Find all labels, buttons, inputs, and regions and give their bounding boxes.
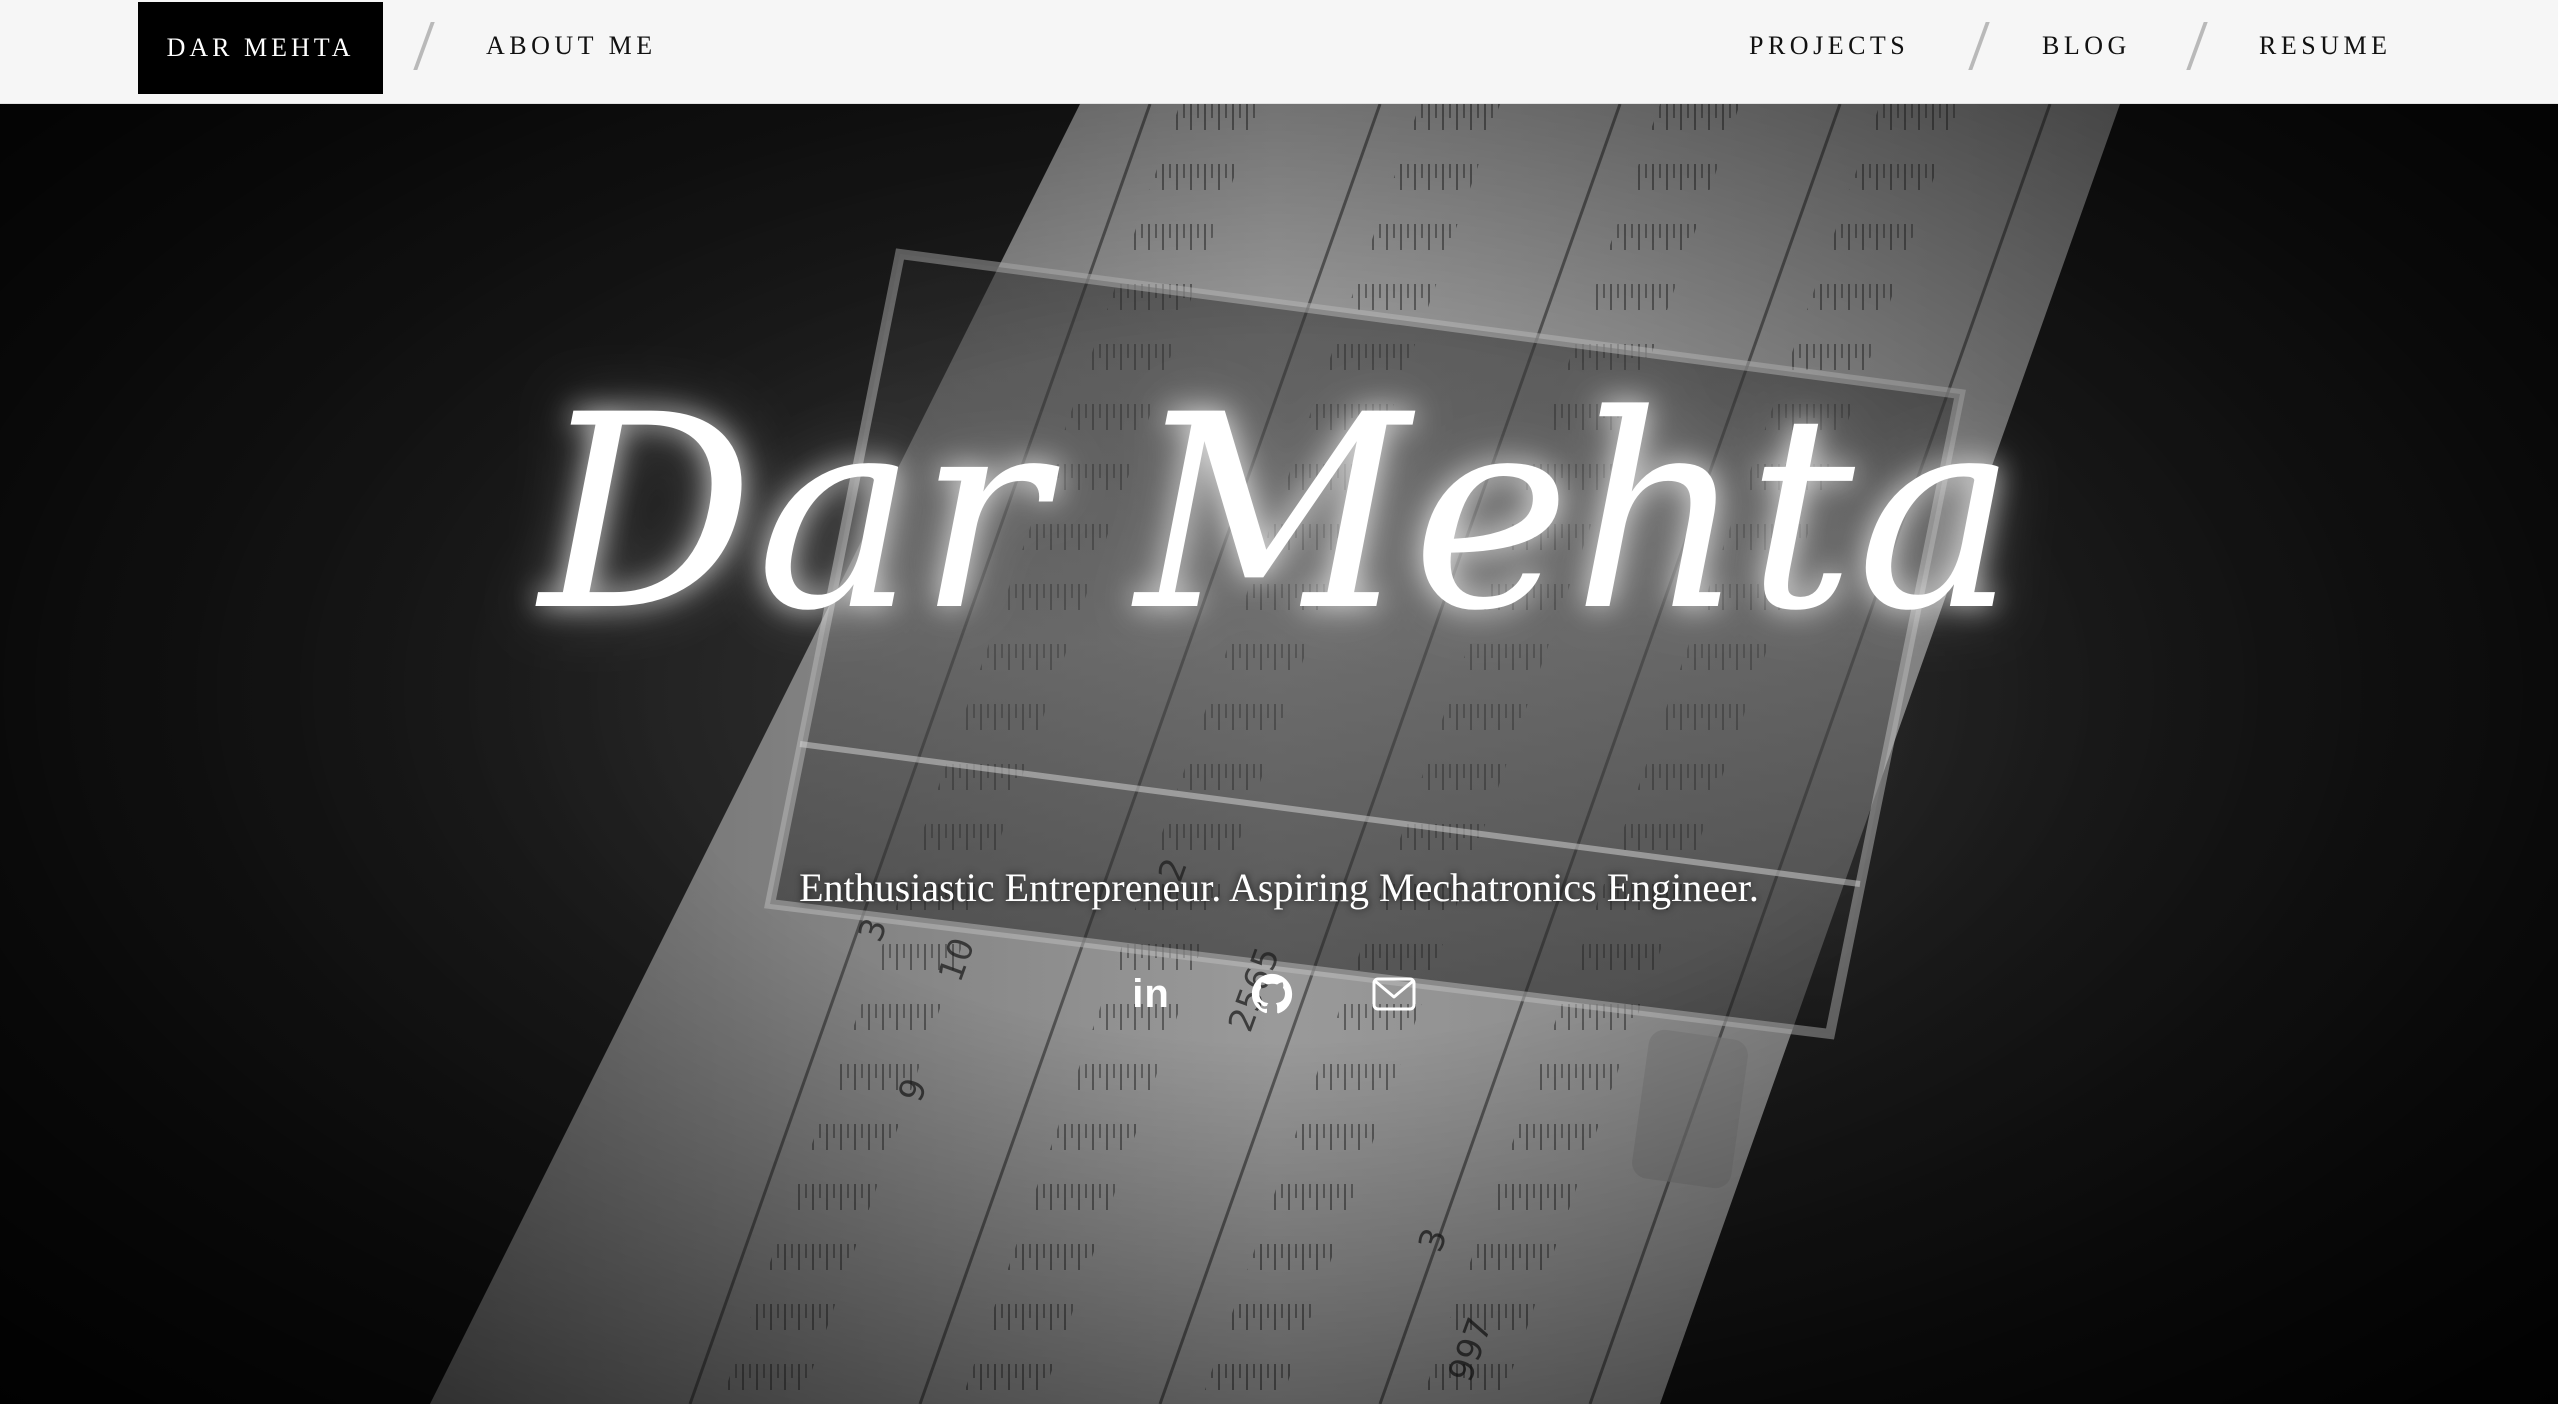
- nav-link-blog[interactable]: BLOG: [2042, 0, 2131, 92]
- nav-link-about-me[interactable]: ABOUT ME: [486, 0, 657, 92]
- github-octocat-icon: [1251, 973, 1293, 1014]
- email-icon[interactable]: [1362, 962, 1426, 1026]
- nav-separator: [2186, 22, 2208, 70]
- github-icon[interactable]: [1240, 962, 1304, 1026]
- nav-separator: [1968, 22, 1990, 70]
- linkedin-icon[interactable]: in: [1119, 962, 1183, 1026]
- nav-link-projects[interactable]: PROJECTS: [1749, 0, 1909, 92]
- top-navbar: DAR MEHTA ABOUT ME PROJECTS BLOG RESUME: [0, 0, 2558, 104]
- linkedin-glyph: in: [1132, 971, 1170, 1016]
- hero-background-image: 3 10 9 2 2565 3 997: [430, 104, 2120, 1404]
- brand-link[interactable]: DAR MEHTA: [138, 2, 383, 94]
- hero-subtitle: Enthusiastic Entrepreneur. Aspiring Mech…: [799, 865, 1759, 910]
- nav-separator: [413, 22, 435, 70]
- hero-section: 3 10 9 2 2565 3 997 Dar Mehta Enthusiast…: [0, 104, 2558, 1404]
- nav-link-resume[interactable]: RESUME: [2259, 0, 2391, 92]
- hero-title: Dar Mehta: [539, 358, 2019, 670]
- envelope-icon: [1372, 977, 1416, 1011]
